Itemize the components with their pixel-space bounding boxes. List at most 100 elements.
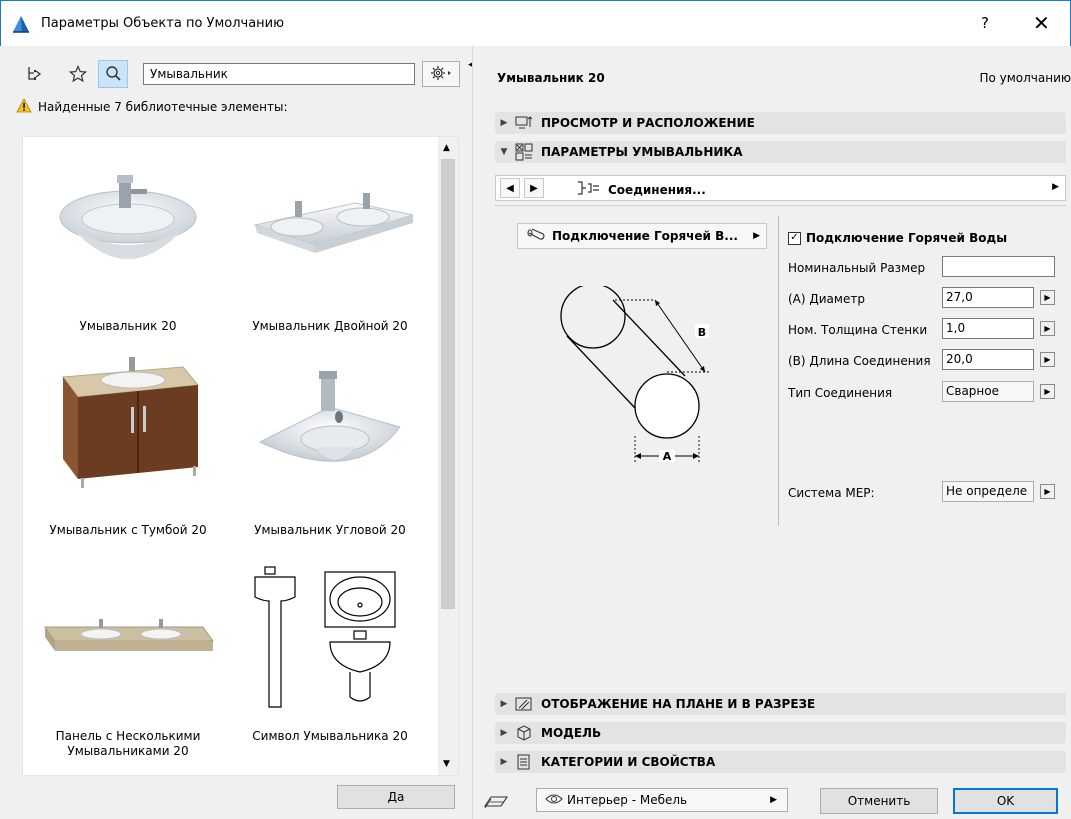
section-plan-section[interactable]: ▶ ОТОБРАЖЕНИЕ НА ПЛАНЕ И В РАЗРЕЗЕ xyxy=(495,693,1066,715)
connection-length-menu-icon[interactable]: ▶ xyxy=(1040,352,1055,367)
sink-cabinet-thumbnail xyxy=(33,347,223,497)
menu-arrow-icon: ▶ xyxy=(753,231,760,241)
connection-length-field[interactable]: 20,0 xyxy=(942,349,1034,370)
page-navigator: ◀ ▶ Соединения... ▶ xyxy=(495,175,1066,201)
library-item[interactable]: Умывальник 20 xyxy=(33,149,223,334)
divider xyxy=(778,216,779,526)
expand-arrow-icon: ▶ xyxy=(500,728,508,738)
page-label: Соединения... xyxy=(608,182,706,197)
prev-page-button[interactable]: ◀ xyxy=(500,178,520,198)
section-sink-params[interactable]: ▼ ПАРАМЕТРЫ УМЫВАЛЬНИКА xyxy=(495,141,1066,163)
search-input[interactable]: Умывальник xyxy=(143,63,415,85)
warning-icon xyxy=(16,98,32,116)
wall-thickness-menu-icon[interactable]: ▶ xyxy=(1040,321,1055,336)
found-count-text: Найденные 7 библиотечные элементы: xyxy=(38,100,288,114)
library-item-label: Умывальник с Тумбой 20 xyxy=(49,523,207,537)
library-item[interactable]: Умывальник с Тумбой 20 xyxy=(33,347,223,542)
diagram-label-b: B xyxy=(698,326,706,339)
ok-button[interactable]: OK xyxy=(953,788,1058,814)
param-label: Тип Соединения xyxy=(788,386,893,400)
library-item[interactable]: Умывальник Двойной 20 xyxy=(235,149,425,334)
title-bar: Параметры Объекта по Умолчанию ? ✕ xyxy=(0,0,1071,46)
hot-water-checkbox-row[interactable]: ✓ Подключение Горячей Воды xyxy=(788,231,1007,245)
connections-page: Подключение Горячей В... ▶ A B ✓ Подключ… xyxy=(495,205,1066,685)
sink-symbol-thumbnail xyxy=(235,557,425,708)
param-label: (B) Длина Соединения xyxy=(788,354,931,368)
hot-water-button-label: Подключение Горячей В... xyxy=(552,229,738,243)
scrollbar-thumb[interactable] xyxy=(441,159,455,609)
object-settings-panel: Умывальник 20 По умолчанию ▶ ПРОСМОТР И … xyxy=(472,46,1071,819)
expand-arrow-icon: ▶ xyxy=(500,118,508,128)
layer-name: Интерьер - Мебель xyxy=(567,793,688,807)
page-dropdown-icon[interactable]: ▶ xyxy=(1052,182,1059,192)
object-name: Умывальник 20 xyxy=(497,71,605,85)
section-label: МОДЕЛЬ xyxy=(541,726,602,740)
library-item[interactable]: Умывальник Угловой 20 xyxy=(235,347,425,542)
multi-sink-panel-thumbnail xyxy=(33,557,223,707)
close-button[interactable]: ✕ xyxy=(1033,11,1050,35)
search-options-button[interactable] xyxy=(422,61,460,87)
connection-type-select[interactable]: Сварное xyxy=(942,381,1034,402)
section-label: ПАРАМЕТРЫ УМЫВАЛЬНИКА xyxy=(541,145,743,159)
pipe-diagram: A B xyxy=(555,283,755,466)
gear-icon xyxy=(429,64,453,85)
library-item[interactable]: Символ Умывальника 20 xyxy=(235,557,425,767)
search-result-summary: Найденные 7 библиотечные элементы: xyxy=(16,98,288,116)
corner-sink-thumbnail xyxy=(235,347,425,497)
section-view-placement[interactable]: ▶ ПРОСМОТР И РАСПОЛОЖЕНИЕ xyxy=(495,112,1066,134)
wall-thickness-field[interactable]: 1,0 xyxy=(942,318,1034,339)
expand-arrow-icon: ▶ xyxy=(500,757,508,767)
dropdown-arrow-icon: ▶ xyxy=(770,795,777,805)
help-button[interactable]: ? xyxy=(981,14,989,32)
library-item-label: Умывальник Угловой 20 xyxy=(254,523,406,537)
window-title: Параметры Объекта по Умолчанию xyxy=(41,16,285,31)
diameter-field[interactable]: 27,0 xyxy=(942,287,1034,308)
library-item-label: Панель с Несколькими Умывальниками 20 xyxy=(55,729,201,758)
library-browser-panel: Умывальник Найденные 7 библиотечные элем… xyxy=(0,46,472,819)
view-placement-icon xyxy=(513,115,535,131)
param-label: Ном. Толщина Стенки xyxy=(788,323,928,337)
scroll-up-icon[interactable]: ▲ xyxy=(443,143,450,153)
mep-system-menu-icon[interactable]: ▶ xyxy=(1040,484,1055,499)
layer-select[interactable]: Интерьер - Мебель ▶ xyxy=(536,788,788,812)
categories-list-icon xyxy=(513,754,535,770)
mep-system-label: Система MEP: xyxy=(788,486,875,500)
scroll-down-icon[interactable]: ▼ xyxy=(443,759,450,769)
layer-icon xyxy=(483,794,509,813)
diagram-label-a: A xyxy=(663,450,672,463)
section-model[interactable]: ▶ МОДЕЛЬ xyxy=(495,722,1066,744)
eye-icon xyxy=(545,793,563,808)
search-mode-button[interactable] xyxy=(98,60,128,88)
default-label: По умолчанию xyxy=(979,71,1071,85)
archicad-app-icon xyxy=(11,14,31,34)
library-item-label: Символ Умывальника 20 xyxy=(252,729,408,743)
connection-type-menu-icon[interactable]: ▶ xyxy=(1040,384,1055,399)
mep-system-select[interactable]: Не определе xyxy=(942,481,1034,502)
nominal-size-field[interactable] xyxy=(942,256,1055,277)
search-icon xyxy=(105,65,121,84)
favorites-star-icon[interactable] xyxy=(67,63,89,85)
section-label: КАТЕГОРИИ И СВОЙСТВА xyxy=(541,755,716,769)
param-label: Номинальный Размер xyxy=(788,261,926,275)
collapse-arrow-icon: ▼ xyxy=(500,147,508,157)
section-categories[interactable]: ▶ КАТЕГОРИИ И СВОЙСТВА xyxy=(495,751,1066,773)
library-item[interactable]: Панель с Несколькими Умывальниками 20 xyxy=(33,557,223,767)
hot-water-connection-button[interactable]: Подключение Горячей В... ▶ xyxy=(517,223,767,249)
sink-thumbnail xyxy=(33,149,223,299)
floor-plan-icon xyxy=(513,696,535,712)
diameter-menu-icon[interactable]: ▶ xyxy=(1040,290,1055,305)
page-selector[interactable]: Соединения... xyxy=(576,180,706,199)
grid-scrollbar[interactable]: ▲ ▼ xyxy=(438,137,458,775)
yes-button[interactable]: Да xyxy=(337,785,455,809)
library-item-label: Умывальник 20 xyxy=(79,319,177,333)
double-sink-thumbnail xyxy=(235,149,425,299)
library-tree-icon[interactable] xyxy=(26,63,48,85)
section-label: ОТОБРАЖЕНИЕ НА ПЛАНЕ И В РАЗРЕЗЕ xyxy=(541,697,816,711)
next-page-button[interactable]: ▶ xyxy=(524,178,544,198)
checkbox-checked-icon[interactable]: ✓ xyxy=(788,231,801,245)
connection-icon xyxy=(576,180,604,199)
param-label: (A) Диаметр xyxy=(788,292,865,306)
cancel-button[interactable]: Отменить xyxy=(820,788,938,814)
params-icon xyxy=(513,143,535,161)
checkbox-label: Подключение Горячей Воды xyxy=(806,231,1008,245)
